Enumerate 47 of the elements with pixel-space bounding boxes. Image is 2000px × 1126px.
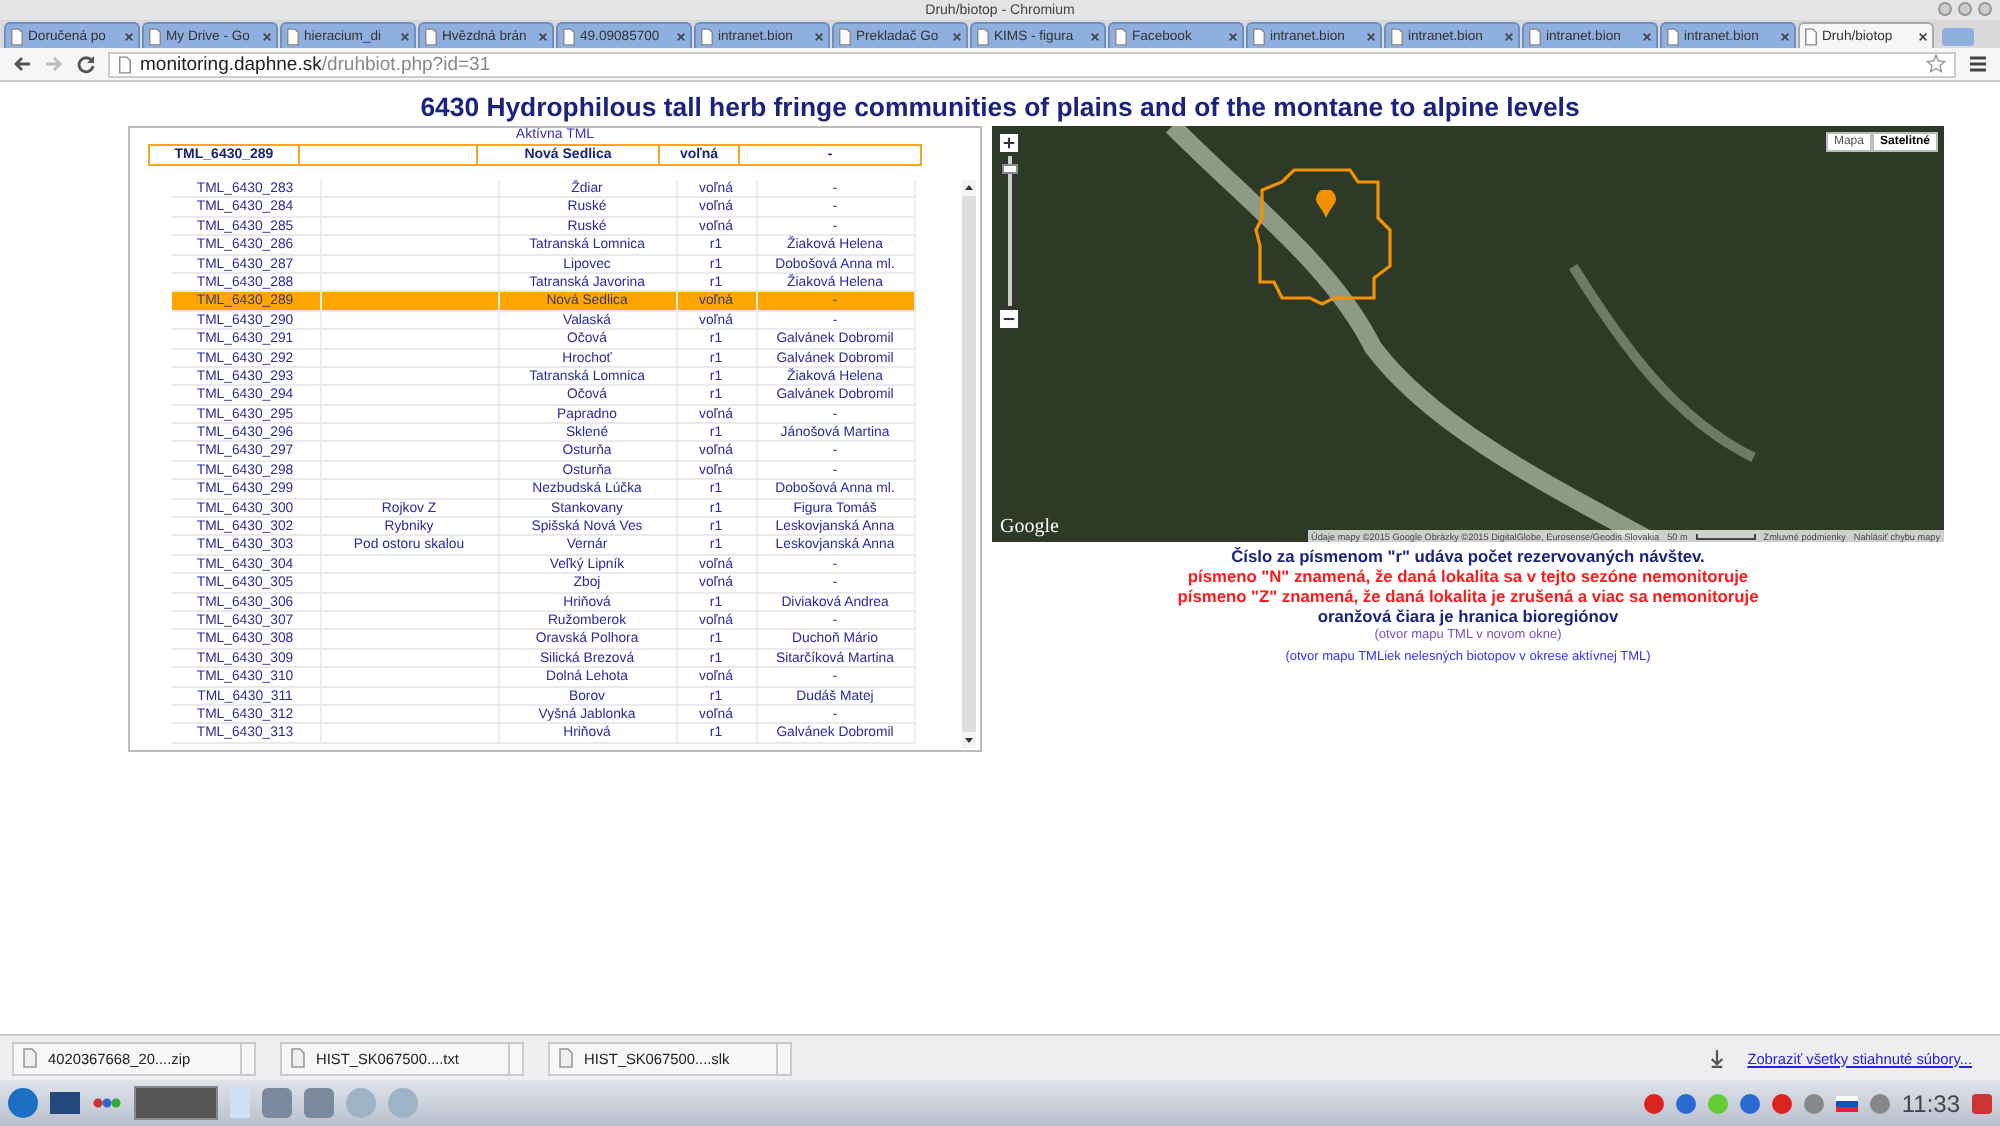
page-heading: 6430 Hydrophilous tall herb fringe communities of plains and of the montane to alpine levels: [420, 92, 1580, 122]
maximize-button[interactable]: [1958, 2, 1972, 16]
back-arrow-icon[interactable]: [12, 54, 32, 74]
scroll-down-icon[interactable]: [961, 732, 975, 748]
close-icon[interactable]: [1366, 31, 1376, 41]
file-icon: [558, 1048, 574, 1068]
legend-note: oranžová čiara je hranica bioregiónov: [1317, 606, 1619, 626]
close-icon[interactable]: [1642, 31, 1652, 41]
download-icon: [1709, 1049, 1724, 1067]
close-icon[interactable]: [1504, 31, 1514, 41]
minimize-button[interactable]: [1938, 2, 1952, 16]
scrollbar[interactable]: [961, 180, 975, 748]
flag-icon[interactable]: [1835, 1095, 1858, 1111]
close-button[interactable]: [1978, 2, 1992, 16]
legend-note: písmeno "Z" znamená, že daná lokalita je zrušená a viac sa nemonitoruje: [1177, 586, 1759, 606]
close-icon[interactable]: [262, 31, 272, 41]
legend-note: Číslo za písmenom "r" udáva počet rezervovaných návštev.: [1231, 546, 1705, 566]
zoom-out-button[interactable]: [1000, 310, 1018, 328]
reload-icon[interactable]: [76, 54, 96, 74]
scale-bar: [1695, 533, 1756, 539]
close-icon[interactable]: [400, 31, 410, 41]
close-icon[interactable]: [1090, 31, 1100, 41]
close-icon[interactable]: [676, 31, 686, 41]
boundary-outline: [1254, 166, 1394, 306]
scroll-up-icon[interactable]: [961, 180, 975, 196]
close-icon[interactable]: [952, 31, 962, 41]
menu-icon[interactable]: [1968, 54, 1988, 74]
minus-icon: [1002, 312, 1016, 326]
close-icon[interactable]: [814, 31, 824, 41]
legend-note: písmeno "N" znamená, že daná lokalita sa v tejto sezóne nemonitoruje: [1187, 566, 1749, 586]
workspace-pager[interactable]: [134, 1086, 218, 1120]
map-logo: Google: [1000, 516, 1059, 538]
close-icon[interactable]: [538, 31, 548, 41]
start-menu-icon[interactable]: [8, 1088, 38, 1118]
file-icon: [290, 1048, 306, 1068]
close-icon[interactable]: [1780, 31, 1790, 41]
address-bar[interactable]: monitoring.daphne.sk/druhbiot.php?id=31: [108, 51, 1956, 77]
file-icon: [22, 1048, 38, 1068]
close-icon[interactable]: [1918, 31, 1928, 41]
close-icon[interactable]: [1228, 31, 1238, 41]
close-icon[interactable]: [124, 31, 134, 41]
plus-icon: [1002, 136, 1016, 150]
star-icon[interactable]: [1926, 54, 1946, 74]
clock: 11:33: [1901, 1089, 1960, 1117]
zoom-in-button[interactable]: [1000, 134, 1018, 152]
zoom-slider-handle[interactable]: [1001, 163, 1017, 173]
map-pin-icon: [1316, 190, 1336, 218]
